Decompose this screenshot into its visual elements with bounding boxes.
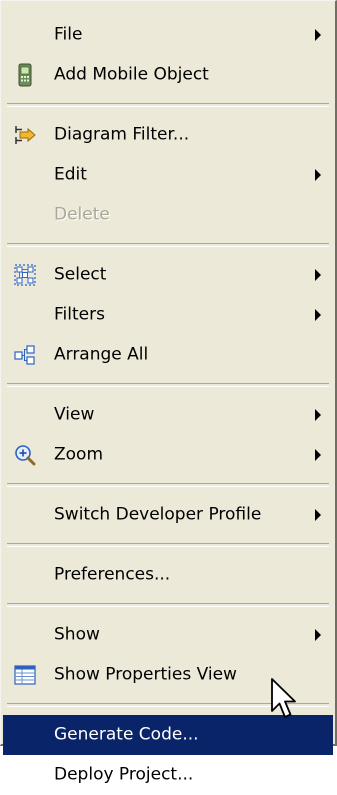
- zoom-icon: [13, 443, 37, 467]
- menu-item-delete: Delete: [1, 195, 335, 235]
- menu-item-label: Arrange All: [54, 344, 149, 365]
- menu-separator: [7, 543, 329, 547]
- submenu-arrow-icon: [315, 509, 321, 521]
- submenu-arrow-icon: [315, 29, 321, 41]
- menu-item-arrange-all[interactable]: Arrange All: [1, 335, 335, 375]
- menu-item-label: Delete: [54, 204, 110, 225]
- menu-item-switch-developer-profile[interactable]: Switch Developer Profile: [1, 495, 335, 535]
- menu-item-label: Show: [54, 624, 100, 645]
- submenu-arrow-icon: [315, 269, 321, 281]
- menu-item-edit[interactable]: Edit: [1, 155, 335, 195]
- submenu-arrow-icon: [315, 169, 321, 181]
- menu-item-label: Add Mobile Object: [54, 64, 209, 85]
- menu-separator: [7, 483, 329, 487]
- properties-view-icon: [13, 663, 37, 687]
- menu-separator: [7, 383, 329, 387]
- menu-item-label: Edit: [54, 164, 87, 185]
- menu-item-deploy-project[interactable]: Deploy Project...: [1, 755, 335, 795]
- arrange-all-icon: [13, 343, 37, 367]
- submenu-arrow-icon: [315, 409, 321, 421]
- menu-item-label: View: [54, 404, 95, 425]
- menu-item-label: Switch Developer Profile: [54, 504, 262, 525]
- menu-item-zoom[interactable]: Zoom: [1, 435, 335, 475]
- menu-item-label: Select: [54, 264, 107, 285]
- mouse-pointer-icon: [271, 678, 296, 718]
- context-menu: File Add Mobile Object Diagram Filter...…: [0, 0, 337, 783]
- menu-item-diagram-filter[interactable]: Diagram Filter...: [1, 115, 335, 155]
- diagram-filter-icon: [13, 123, 37, 147]
- menu-item-label: Preferences...: [54, 564, 171, 585]
- menu-item-select[interactable]: Select: [1, 255, 335, 295]
- submenu-arrow-icon: [315, 629, 321, 641]
- menu-item-filters[interactable]: Filters: [1, 295, 335, 335]
- menu-item-label: Zoom: [54, 444, 104, 465]
- mobile-phone-icon: [13, 63, 37, 87]
- menu-item-label: File: [54, 24, 83, 45]
- menu-item-label: Deploy Project...: [54, 764, 194, 785]
- menu-item-add-mobile-object[interactable]: Add Mobile Object: [1, 55, 335, 95]
- menu-item-file[interactable]: File: [1, 15, 335, 55]
- menu-item-preferences[interactable]: Preferences...: [1, 555, 335, 595]
- submenu-arrow-icon: [315, 449, 321, 461]
- menu-item-label: Generate Code...: [54, 724, 199, 745]
- menu-item-label: Diagram Filter...: [54, 124, 190, 145]
- menu-item-label: Show Properties View: [54, 664, 237, 685]
- menu-item-view[interactable]: View: [1, 395, 335, 435]
- menu-separator: [7, 243, 329, 247]
- menu-item-show[interactable]: Show: [1, 615, 335, 655]
- menu-item-label: Filters: [54, 304, 105, 325]
- submenu-arrow-icon: [315, 309, 321, 321]
- menu-separator: [7, 603, 329, 607]
- select-icon: [13, 263, 37, 287]
- menu-separator: [7, 103, 329, 107]
